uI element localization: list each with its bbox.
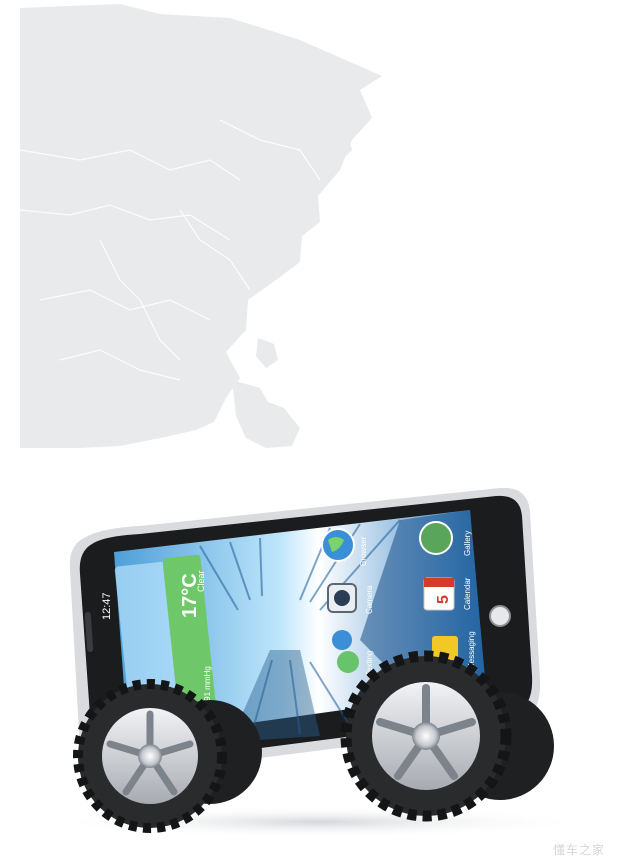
world-map [20, 4, 382, 448]
calendar-header [424, 578, 454, 587]
status-time: 12:47 [101, 592, 113, 620]
app-label-calendar: Calendar [463, 577, 472, 610]
scene: 12:47 17°C Clear 26.91 mmHg Browser Came… [0, 0, 619, 864]
home-button[interactable] [489, 605, 511, 627]
camera-lens [334, 590, 350, 606]
gallery-icon[interactable] [419, 521, 453, 555]
chat-icon-blue [332, 630, 352, 650]
app-label-camera: Camera [365, 585, 374, 614]
weather-condition: Clear [196, 570, 206, 592]
illustration: 12:47 17°C Clear 26.91 mmHg Browser Came… [19, 4, 590, 838]
calendar-day: 5 [435, 595, 452, 604]
watermark: 懂车之家 [552, 843, 605, 857]
app-label-browser: Browser [359, 536, 368, 566]
app-label-gallery: Gallery [463, 531, 472, 556]
chat-icon[interactable] [337, 651, 359, 673]
